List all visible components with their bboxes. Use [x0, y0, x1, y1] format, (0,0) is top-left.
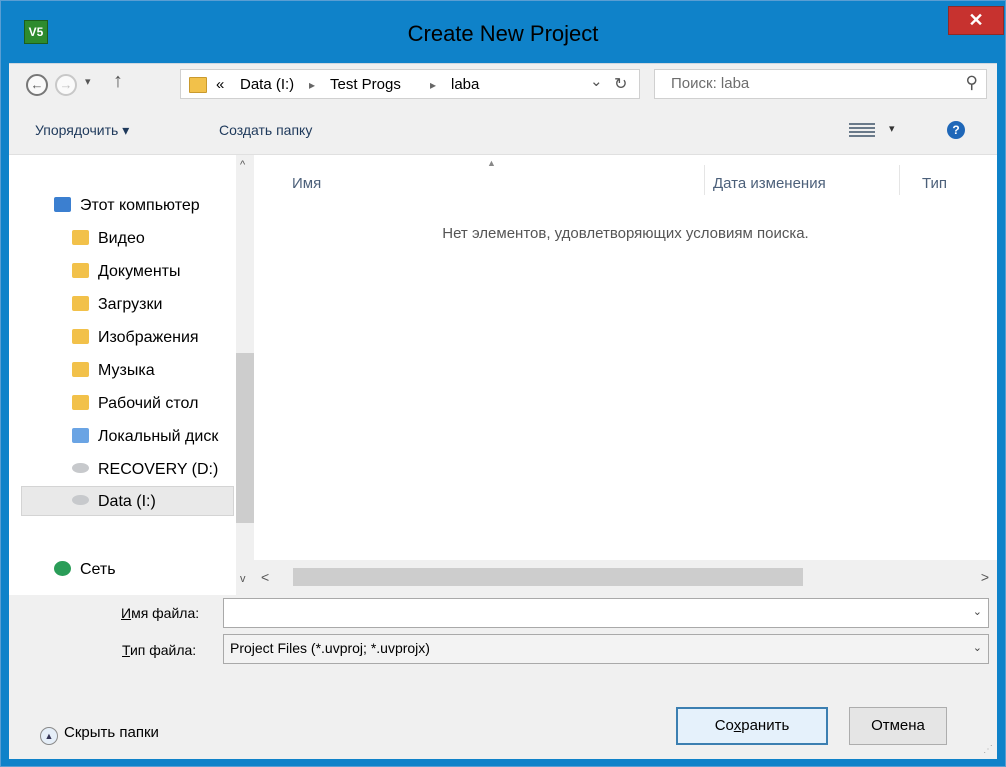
- breadcrumb-separator[interactable]: ▸: [309, 78, 315, 92]
- breadcrumb-prefix[interactable]: «: [216, 76, 224, 93]
- nav-item-music[interactable]: Музыка: [72, 356, 257, 386]
- nav-item-label: Сеть: [80, 561, 116, 578]
- chevron-up-icon: ▲: [40, 727, 58, 745]
- chevron-down-icon[interactable]: ⌄: [973, 605, 982, 618]
- scrollbar-thumb[interactable]: [293, 568, 803, 586]
- drive-icon: [72, 495, 89, 505]
- forward-button[interactable]: →: [55, 74, 77, 96]
- window-title: Create New Project: [407, 21, 599, 46]
- sort-arrow-icon: ▲: [487, 158, 496, 168]
- nav-pane-scrollbar[interactable]: ^ v: [236, 155, 254, 595]
- nav-item-label: Музыка: [98, 362, 155, 379]
- main-area: Этот компьютер Видео Документы Загрузки …: [9, 154, 997, 595]
- scroll-right-icon[interactable]: >: [981, 569, 989, 585]
- breadcrumb-item-test-progs[interactable]: Test Progs: [330, 76, 401, 93]
- column-header-type[interactable]: Тип: [922, 175, 947, 192]
- desktop-folder-icon: [72, 395, 89, 410]
- nav-item-label: Data (I:): [98, 493, 156, 510]
- music-folder-icon: [72, 362, 89, 377]
- file-list: ▲ Имя Дата изменения Тип Нет элементов, …: [254, 155, 997, 560]
- computer-icon: [54, 197, 71, 212]
- downloads-folder-icon: [72, 296, 89, 311]
- search-icon[interactable]: ⚲: [966, 73, 978, 93]
- video-folder-icon: [72, 230, 89, 245]
- nav-item-video[interactable]: Видео: [72, 224, 257, 254]
- filetype-select[interactable]: Project Files (*.uvproj; *.uvprojx) ⌄: [223, 634, 989, 664]
- cancel-button[interactable]: Отмена: [849, 707, 947, 745]
- column-divider[interactable]: [704, 165, 705, 195]
- address-dropdown-icon[interactable]: ⌄: [590, 72, 603, 90]
- nav-item-label: Загрузки: [98, 296, 163, 313]
- filetype-value: Project Files (*.uvproj; *.uvprojx): [230, 640, 430, 656]
- documents-folder-icon: [72, 263, 89, 278]
- network-icon: [54, 561, 71, 576]
- breadcrumb-item-data[interactable]: Data (I:): [240, 76, 294, 93]
- filename-input[interactable]: ⌄: [223, 598, 989, 628]
- pictures-folder-icon: [72, 329, 89, 344]
- breadcrumb-separator[interactable]: ▸: [430, 78, 436, 92]
- up-folder-button[interactable]: ↑: [113, 70, 123, 93]
- nav-item-label: Документы: [98, 263, 181, 280]
- new-folder-button[interactable]: Создать папку: [219, 122, 312, 138]
- nav-item-recovery[interactable]: RECOVERY (D:): [72, 455, 257, 485]
- command-toolbar: Упорядочить ▾ Создать папку ▾ ?: [9, 109, 997, 154]
- address-bar[interactable]: « Data (I:) ▸ Test Progs ▸ laba ⌄ ↻: [180, 69, 640, 99]
- nav-item-pictures[interactable]: Изображения: [72, 323, 257, 353]
- nav-item-documents[interactable]: Документы: [72, 257, 257, 287]
- view-options-icon[interactable]: [849, 121, 875, 141]
- nav-item-desktop[interactable]: Рабочий стол: [72, 389, 257, 419]
- drive-icon: [72, 463, 89, 473]
- hide-folders-toggle[interactable]: ▲ Скрыть папки: [40, 724, 159, 745]
- nav-item-label: Видео: [98, 230, 145, 247]
- scroll-up-icon[interactable]: ^: [240, 159, 245, 171]
- nav-item-label: Изображения: [98, 329, 199, 346]
- recent-locations-dropdown[interactable]: ▾: [85, 75, 91, 88]
- nav-item-label: Локальный диск: [98, 428, 219, 445]
- resize-grip-icon[interactable]: ⋰: [983, 744, 993, 755]
- nav-item-label: Рабочий стол: [98, 395, 199, 412]
- hide-folders-label: Скрыть папки: [64, 724, 159, 741]
- help-icon[interactable]: ?: [947, 121, 965, 139]
- column-header-name[interactable]: Имя: [292, 175, 321, 192]
- local-disk-icon: [72, 428, 89, 443]
- column-divider[interactable]: [899, 165, 900, 195]
- title-bar[interactable]: V5 Create New Project ✕: [1, 1, 1005, 63]
- scroll-down-icon[interactable]: v: [240, 573, 246, 585]
- scrollbar-thumb[interactable]: [236, 353, 254, 523]
- navigation-pane: Этот компьютер Видео Документы Загрузки …: [9, 155, 236, 595]
- empty-message: Нет элементов, удовлетворяющих условиям …: [442, 225, 809, 242]
- nav-item-local-disk[interactable]: Локальный диск: [72, 422, 236, 452]
- nav-item-data-drive[interactable]: Data (I:): [21, 486, 234, 516]
- view-options-dropdown[interactable]: ▾: [889, 122, 895, 135]
- nav-item-network[interactable]: Сеть: [54, 555, 239, 583]
- organize-button[interactable]: Упорядочить ▾: [35, 122, 129, 139]
- file-list-hscrollbar[interactable]: < >: [254, 560, 997, 595]
- filetype-label: Тип файла:: [122, 642, 197, 658]
- chevron-down-icon[interactable]: ⌄: [973, 641, 982, 654]
- nav-item-label: RECOVERY (D:): [98, 461, 219, 478]
- search-box[interactable]: Поиск: laba ⚲: [654, 69, 987, 99]
- breadcrumb-item-laba[interactable]: laba: [451, 76, 479, 93]
- filename-label: Имя файла:: [121, 605, 200, 621]
- nav-item-downloads[interactable]: Загрузки: [72, 290, 257, 320]
- save-button[interactable]: Сохранить: [676, 707, 828, 745]
- navigation-bar: ← → ▾ ↑ « Data (I:) ▸ Test Progs ▸ laba …: [9, 64, 997, 108]
- back-button[interactable]: ←: [26, 74, 48, 96]
- nav-item-label: Этот компьютер: [80, 197, 200, 214]
- scroll-left-icon[interactable]: <: [261, 569, 269, 585]
- dialog-client: ← → ▾ ↑ « Data (I:) ▸ Test Progs ▸ laba …: [9, 63, 997, 759]
- close-button[interactable]: ✕: [948, 6, 1004, 35]
- dialog-window: V5 Create New Project ✕ ← → ▾ ↑ « Data (…: [0, 0, 1006, 767]
- column-header-date[interactable]: Дата изменения: [713, 175, 826, 192]
- refresh-icon[interactable]: ↻: [614, 74, 627, 94]
- nav-item-this-pc[interactable]: Этот компьютер: [54, 191, 239, 221]
- search-placeholder: Поиск: laba: [671, 75, 750, 92]
- folder-icon: [189, 77, 207, 93]
